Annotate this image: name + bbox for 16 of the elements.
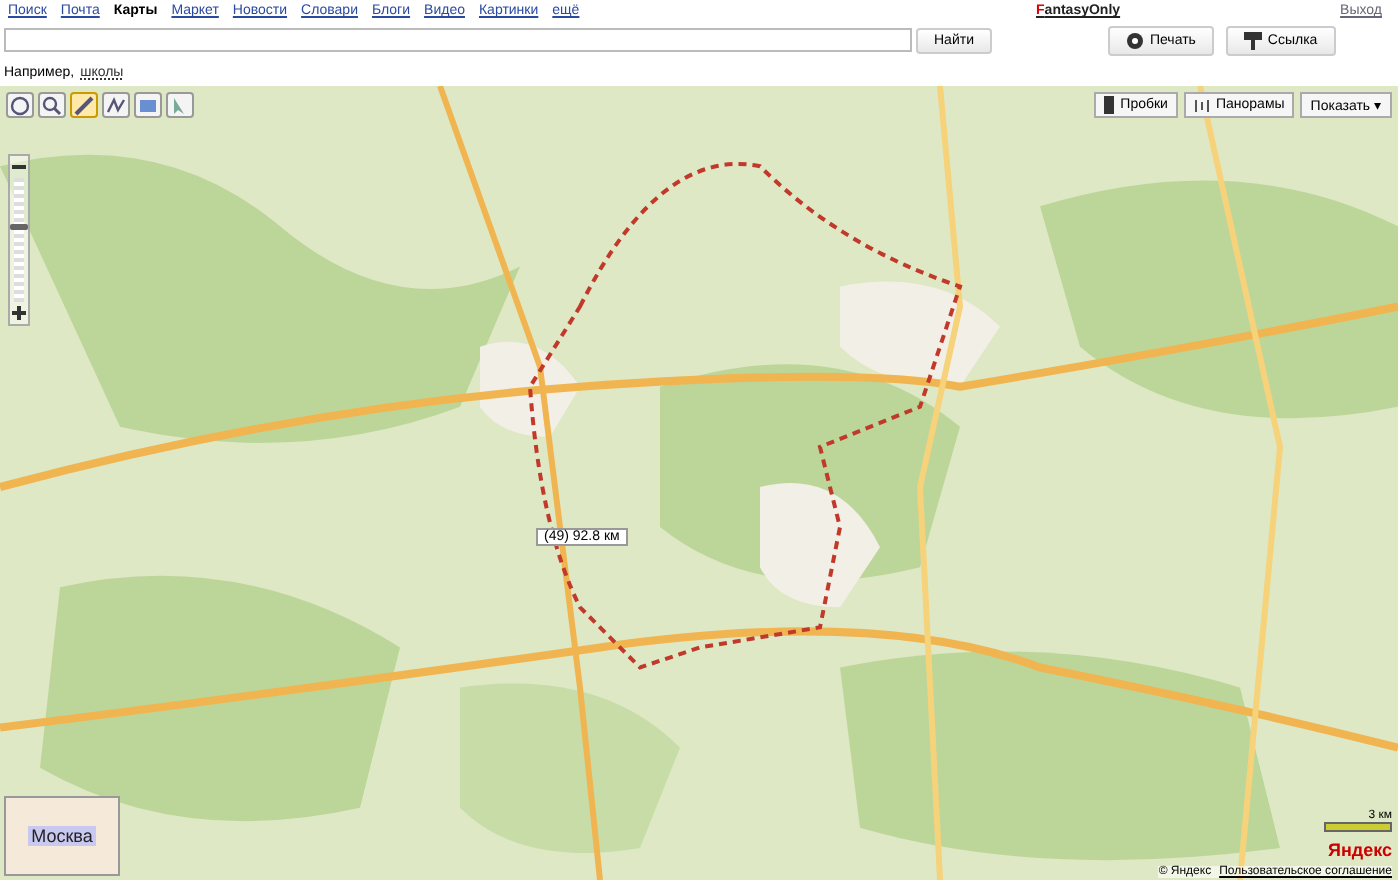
pointer-tool-icon[interactable] — [166, 92, 194, 118]
printer-icon — [1125, 31, 1144, 49]
zoom-in-icon[interactable] — [10, 304, 28, 322]
route-tool-icon[interactable] — [102, 92, 130, 118]
zoom-slider-thumb[interactable] — [10, 223, 28, 230]
search-field[interactable] — [4, 28, 912, 52]
minimap[interactable]: Москва — [4, 796, 120, 876]
ruler-tool-icon[interactable] — [70, 92, 98, 118]
traffic-light-icon — [1104, 96, 1115, 114]
scale-bar — [1324, 822, 1392, 832]
screen-tool-icon[interactable] — [134, 92, 162, 118]
map-logo: Яндекс — [1327, 840, 1392, 860]
panorama-icon — [1193, 97, 1210, 113]
minimap-city-label: Москва — [27, 826, 97, 846]
zoom-slider[interactable] — [14, 178, 24, 302]
zoom-tool-icon[interactable] — [38, 92, 66, 118]
